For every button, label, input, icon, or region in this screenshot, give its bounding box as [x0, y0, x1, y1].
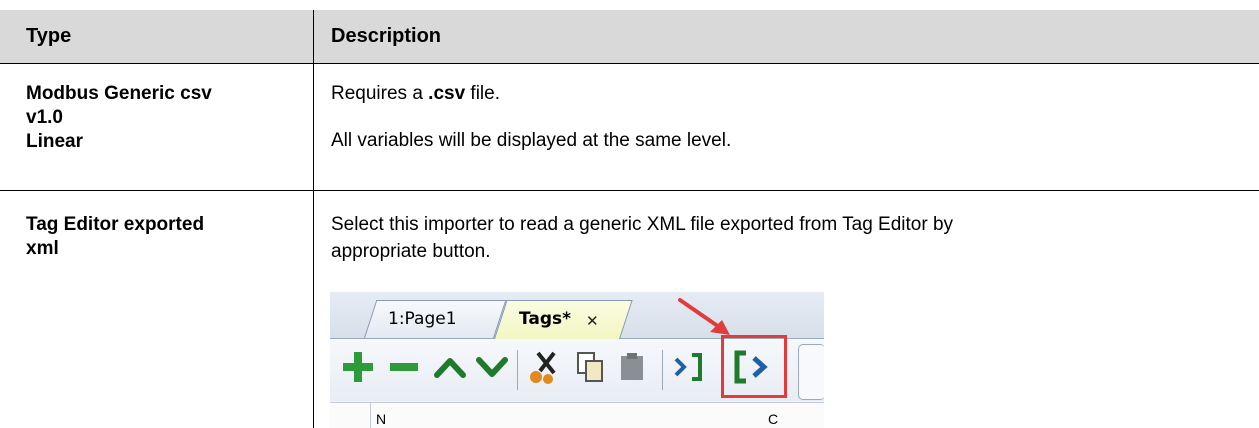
add-icon[interactable] — [338, 347, 378, 387]
paste-icon[interactable] — [612, 347, 652, 387]
type-cell-line: Modbus Generic csv — [26, 83, 212, 104]
remove-icon[interactable] — [384, 347, 424, 387]
type-cell-line: xml — [26, 238, 59, 259]
grid-header-label: N — [376, 411, 387, 427]
description-text: All variables will be displayed at the s… — [331, 130, 732, 151]
grid-column-divider — [370, 403, 371, 428]
table-header: Type Description — [0, 10, 1259, 63]
description-text: file. — [465, 83, 501, 104]
file-extension: .csv — [428, 83, 466, 104]
highlight-box — [721, 335, 787, 398]
tab-strip: 1:Page1 Tags* ✕ — [330, 292, 824, 339]
toolbar-separator — [662, 350, 663, 390]
tab-tags-label: Tags* — [519, 309, 572, 329]
cut-icon[interactable] — [526, 347, 566, 387]
move-up-icon[interactable] — [430, 347, 470, 387]
description-text: Select this importer to read a generic X… — [331, 214, 954, 235]
grid-header-label: C — [768, 411, 779, 427]
red-arrow-icon — [678, 298, 730, 335]
tab-page1-label: 1:Page1 — [388, 309, 457, 329]
description-text: Requires a — [331, 83, 429, 104]
toolbar-separator — [517, 350, 518, 390]
type-cell-line: Tag Editor exported — [26, 214, 205, 235]
grid-header: N C — [330, 402, 824, 428]
type-cell-line: v1.0 — [26, 107, 63, 128]
copy-icon[interactable] — [570, 347, 610, 387]
description-column-header: Description — [331, 25, 442, 47]
move-down-icon[interactable] — [472, 347, 512, 387]
toolbar-overflow — [798, 344, 824, 400]
tag-editor-screenshot: 1:Page1 Tags* ✕ N C — [330, 292, 824, 428]
header-divider — [0, 63, 1259, 64]
import-icon[interactable] — [670, 347, 710, 387]
column-divider — [313, 10, 314, 428]
type-column-header: Type — [26, 25, 72, 47]
close-icon[interactable]: ✕ — [586, 311, 599, 331]
description-cell: Requires a .csv file. — [331, 82, 500, 105]
description-text: appropriate button. — [331, 241, 491, 262]
type-cell-line: Linear — [26, 131, 84, 152]
row-divider — [0, 190, 1259, 191]
